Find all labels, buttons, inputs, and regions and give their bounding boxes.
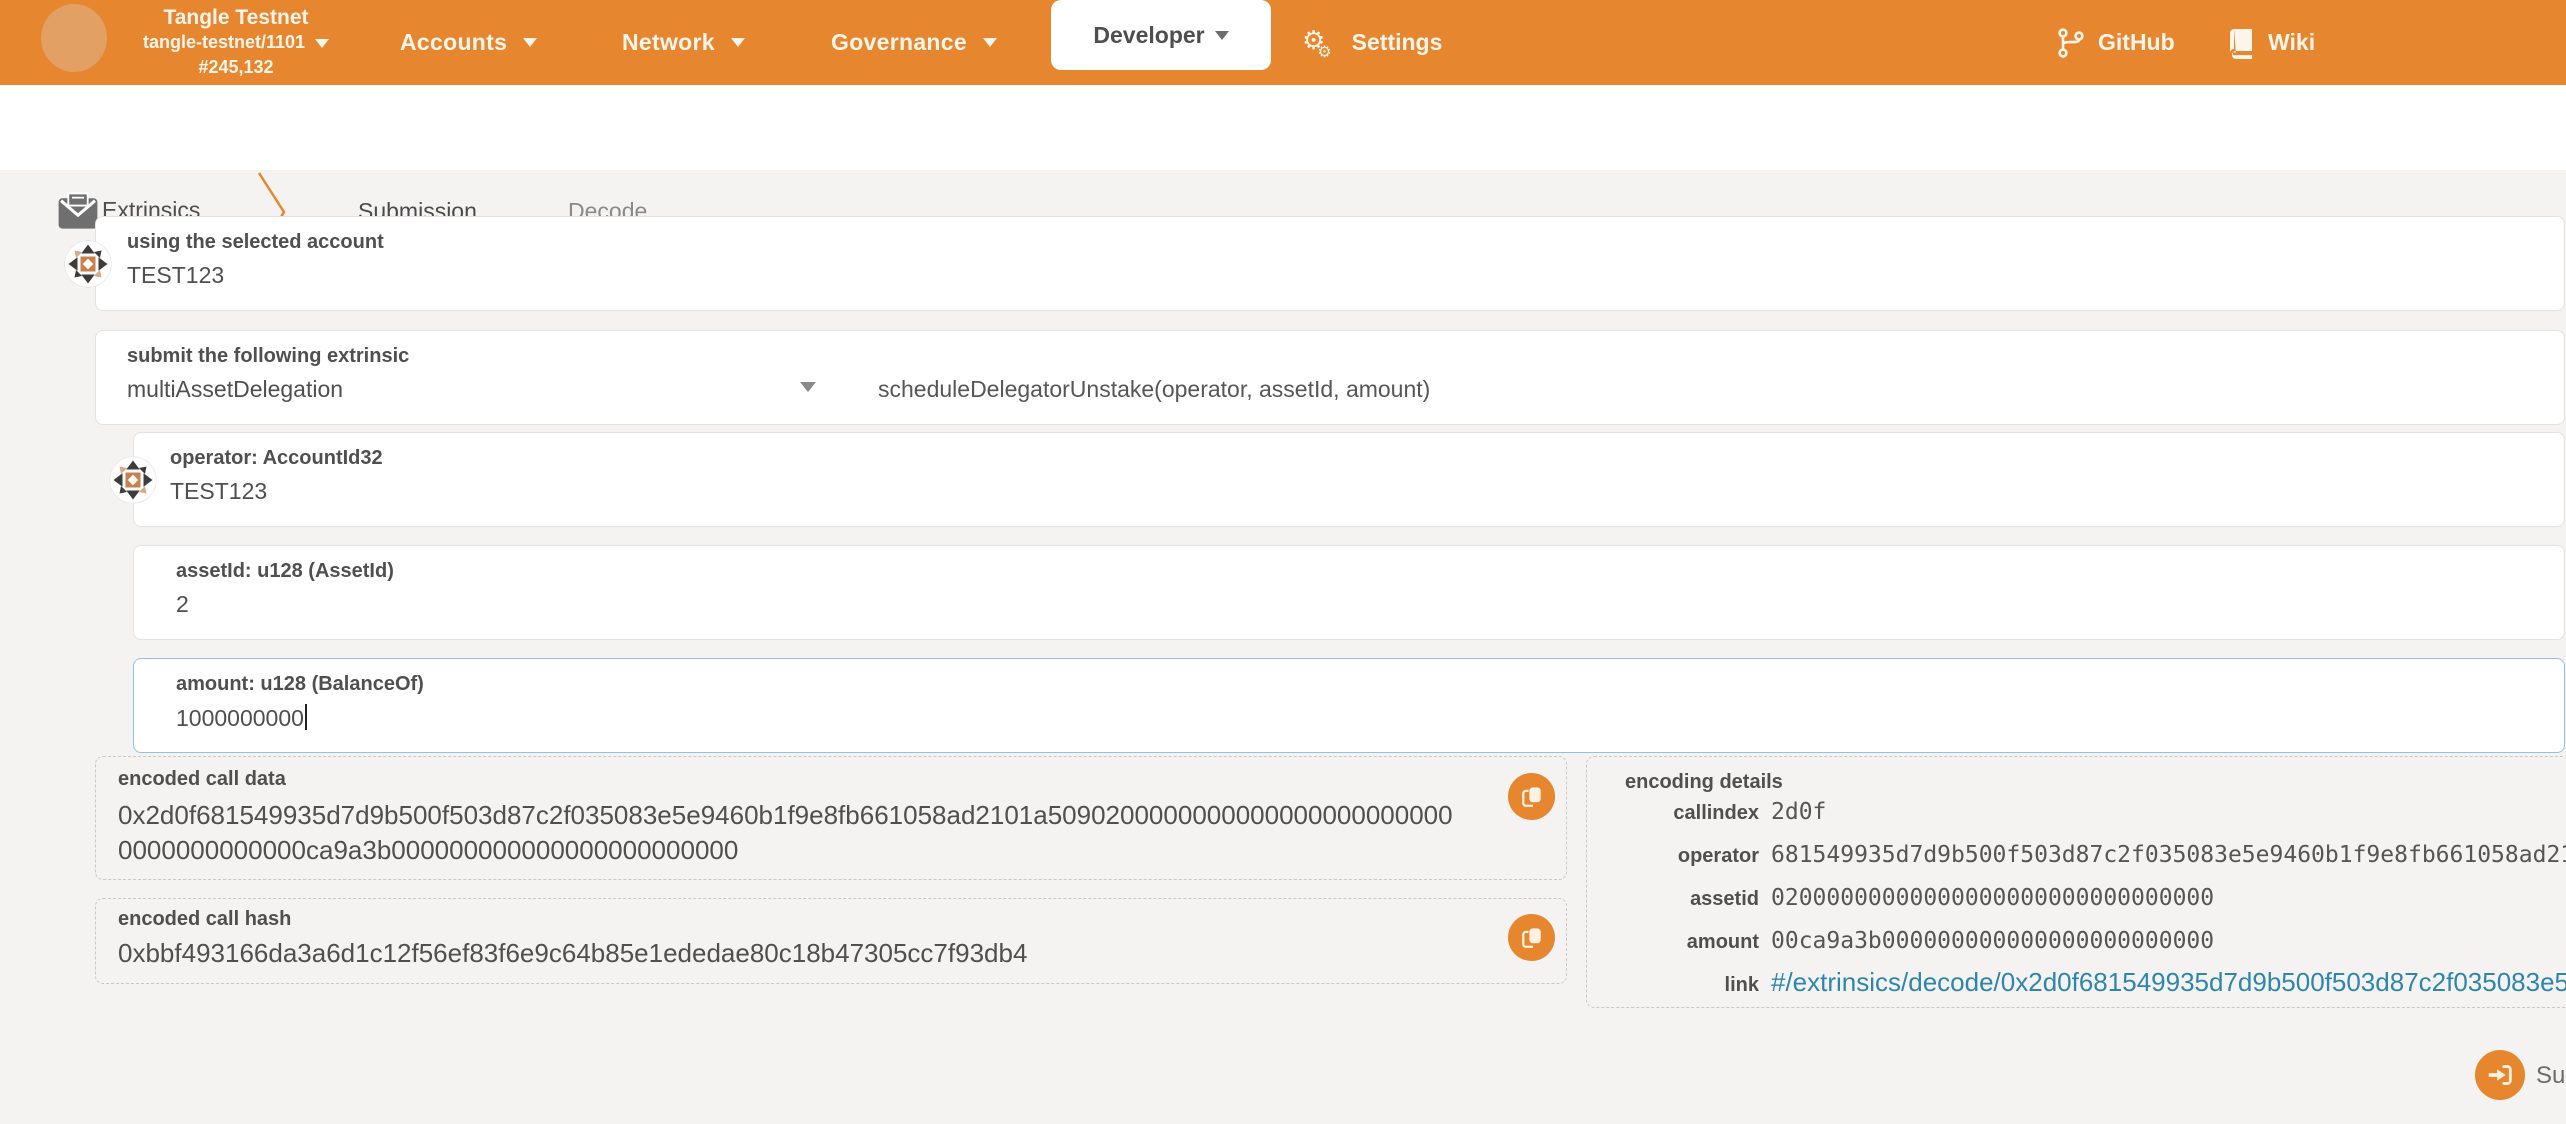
param-operator-value[interactable]: TEST123 <box>170 478 267 505</box>
menu-developer-active[interactable]: Developer <box>1051 0 1271 70</box>
top-navbar: Tangle Testnet tangle-testnet/1101 #245,… <box>0 0 2566 85</box>
menu-settings[interactable]: ⚙⚙ Settings <box>1302 0 1442 85</box>
gear-icon: ⚙⚙ <box>1302 28 1340 54</box>
param-assetid-field[interactable] <box>133 545 2565 640</box>
git-branch-icon <box>2056 27 2086 59</box>
copy-call-data-button[interactable] <box>1508 773 1555 820</box>
network-name: Tangle Testnet <box>128 5 344 30</box>
account-field-value[interactable]: TEST123 <box>127 262 224 289</box>
text-cursor <box>305 704 307 730</box>
sign-in-icon <box>2485 1060 2515 1090</box>
encoded-call-hash-label: encoded call hash <box>118 908 291 931</box>
encoded-call-data-value: 0x2d0f681549935d7d9b500f503d87c2f035083e… <box>118 798 1463 868</box>
encoded-call-hash-value: 0xbbf493166da3a6d1c12f56ef83f6e9c64b85e1… <box>118 938 1027 969</box>
encoded-call-data-label: encoded call data <box>118 768 286 791</box>
submit-transaction-button[interactable] <box>2475 1050 2525 1100</box>
chevron-down-icon <box>523 38 537 47</box>
encoding-row-callindex: callindex 2d0f <box>1587 799 1826 825</box>
copy-icon <box>1518 924 1546 952</box>
param-amount-label: amount: u128 (BalanceOf) <box>176 673 424 696</box>
extrinsics-page: Tangle Testnet tangle-testnet/1101 #245,… <box>0 0 2566 1124</box>
mail-envelope-icon <box>56 191 100 231</box>
param-assetid-label: assetId: u128 (AssetId) <box>176 560 394 583</box>
param-operator-label: operator: AccountId32 <box>170 447 383 470</box>
menu-governance[interactable]: Governance <box>831 0 997 85</box>
book-icon <box>2228 27 2256 59</box>
param-amount-field[interactable] <box>133 658 2565 753</box>
encoding-details-title: encoding details <box>1625 771 1783 794</box>
copy-call-hash-button[interactable] <box>1508 914 1555 961</box>
github-link[interactable]: GitHub <box>2056 0 2175 85</box>
network-chain: tangle-testnet/1101 <box>128 30 344 55</box>
menu-accounts[interactable]: Accounts <box>400 0 537 85</box>
pallet-dropdown-value[interactable]: multiAssetDelegation <box>127 376 343 403</box>
wiki-link[interactable]: Wiki <box>2228 0 2315 85</box>
account-select-field[interactable] <box>95 216 2565 311</box>
tab-bar: Extrinsics Submission Decode <box>0 85 2566 170</box>
param-operator-field[interactable] <box>133 432 2565 527</box>
chevron-down-icon[interactable] <box>800 382 816 392</box>
copy-icon <box>1518 783 1546 811</box>
decode-link[interactable]: #/extrinsics/decode/0x2d0f681549935d7d9b… <box>1771 967 2566 998</box>
submit-button-label[interactable]: Su <box>2536 1062 2565 1090</box>
network-block-number: #245,132 <box>128 55 344 80</box>
encoding-details-panel: encoding details callindex 2d0f operator… <box>1586 756 2566 1008</box>
chevron-down-icon <box>1215 31 1229 40</box>
account-field-label: using the selected account <box>127 231 384 254</box>
menu-network[interactable]: Network <box>622 0 745 85</box>
account-identicon <box>64 240 112 288</box>
encoding-row-amount: amount 00ca9a3b000000000000000000000000 <box>1587 928 2214 954</box>
encoding-row-operator: operator 681549935d7d9b500f503d87c2f0350… <box>1587 842 2566 868</box>
encoding-row-assetid: assetid 02000000000000000000000000000000 <box>1587 885 2214 911</box>
network-logo[interactable] <box>41 4 107 72</box>
chevron-down-icon <box>731 38 745 47</box>
extrinsic-field-label: submit the following extrinsic <box>127 345 409 368</box>
param-assetid-value[interactable]: 2 <box>176 591 189 618</box>
encoding-row-link: link #/extrinsics/decode/0x2d0f681549935… <box>1587 967 2566 998</box>
chevron-down-icon <box>983 38 997 47</box>
chevron-down-icon <box>315 39 329 48</box>
operator-identicon <box>109 456 157 504</box>
method-dropdown-value[interactable]: scheduleDelegatorUnstake(operator, asset… <box>878 376 1430 403</box>
param-amount-value[interactable]: 1000000000 <box>176 704 307 732</box>
network-selector[interactable]: Tangle Testnet tangle-testnet/1101 #245,… <box>128 5 344 80</box>
